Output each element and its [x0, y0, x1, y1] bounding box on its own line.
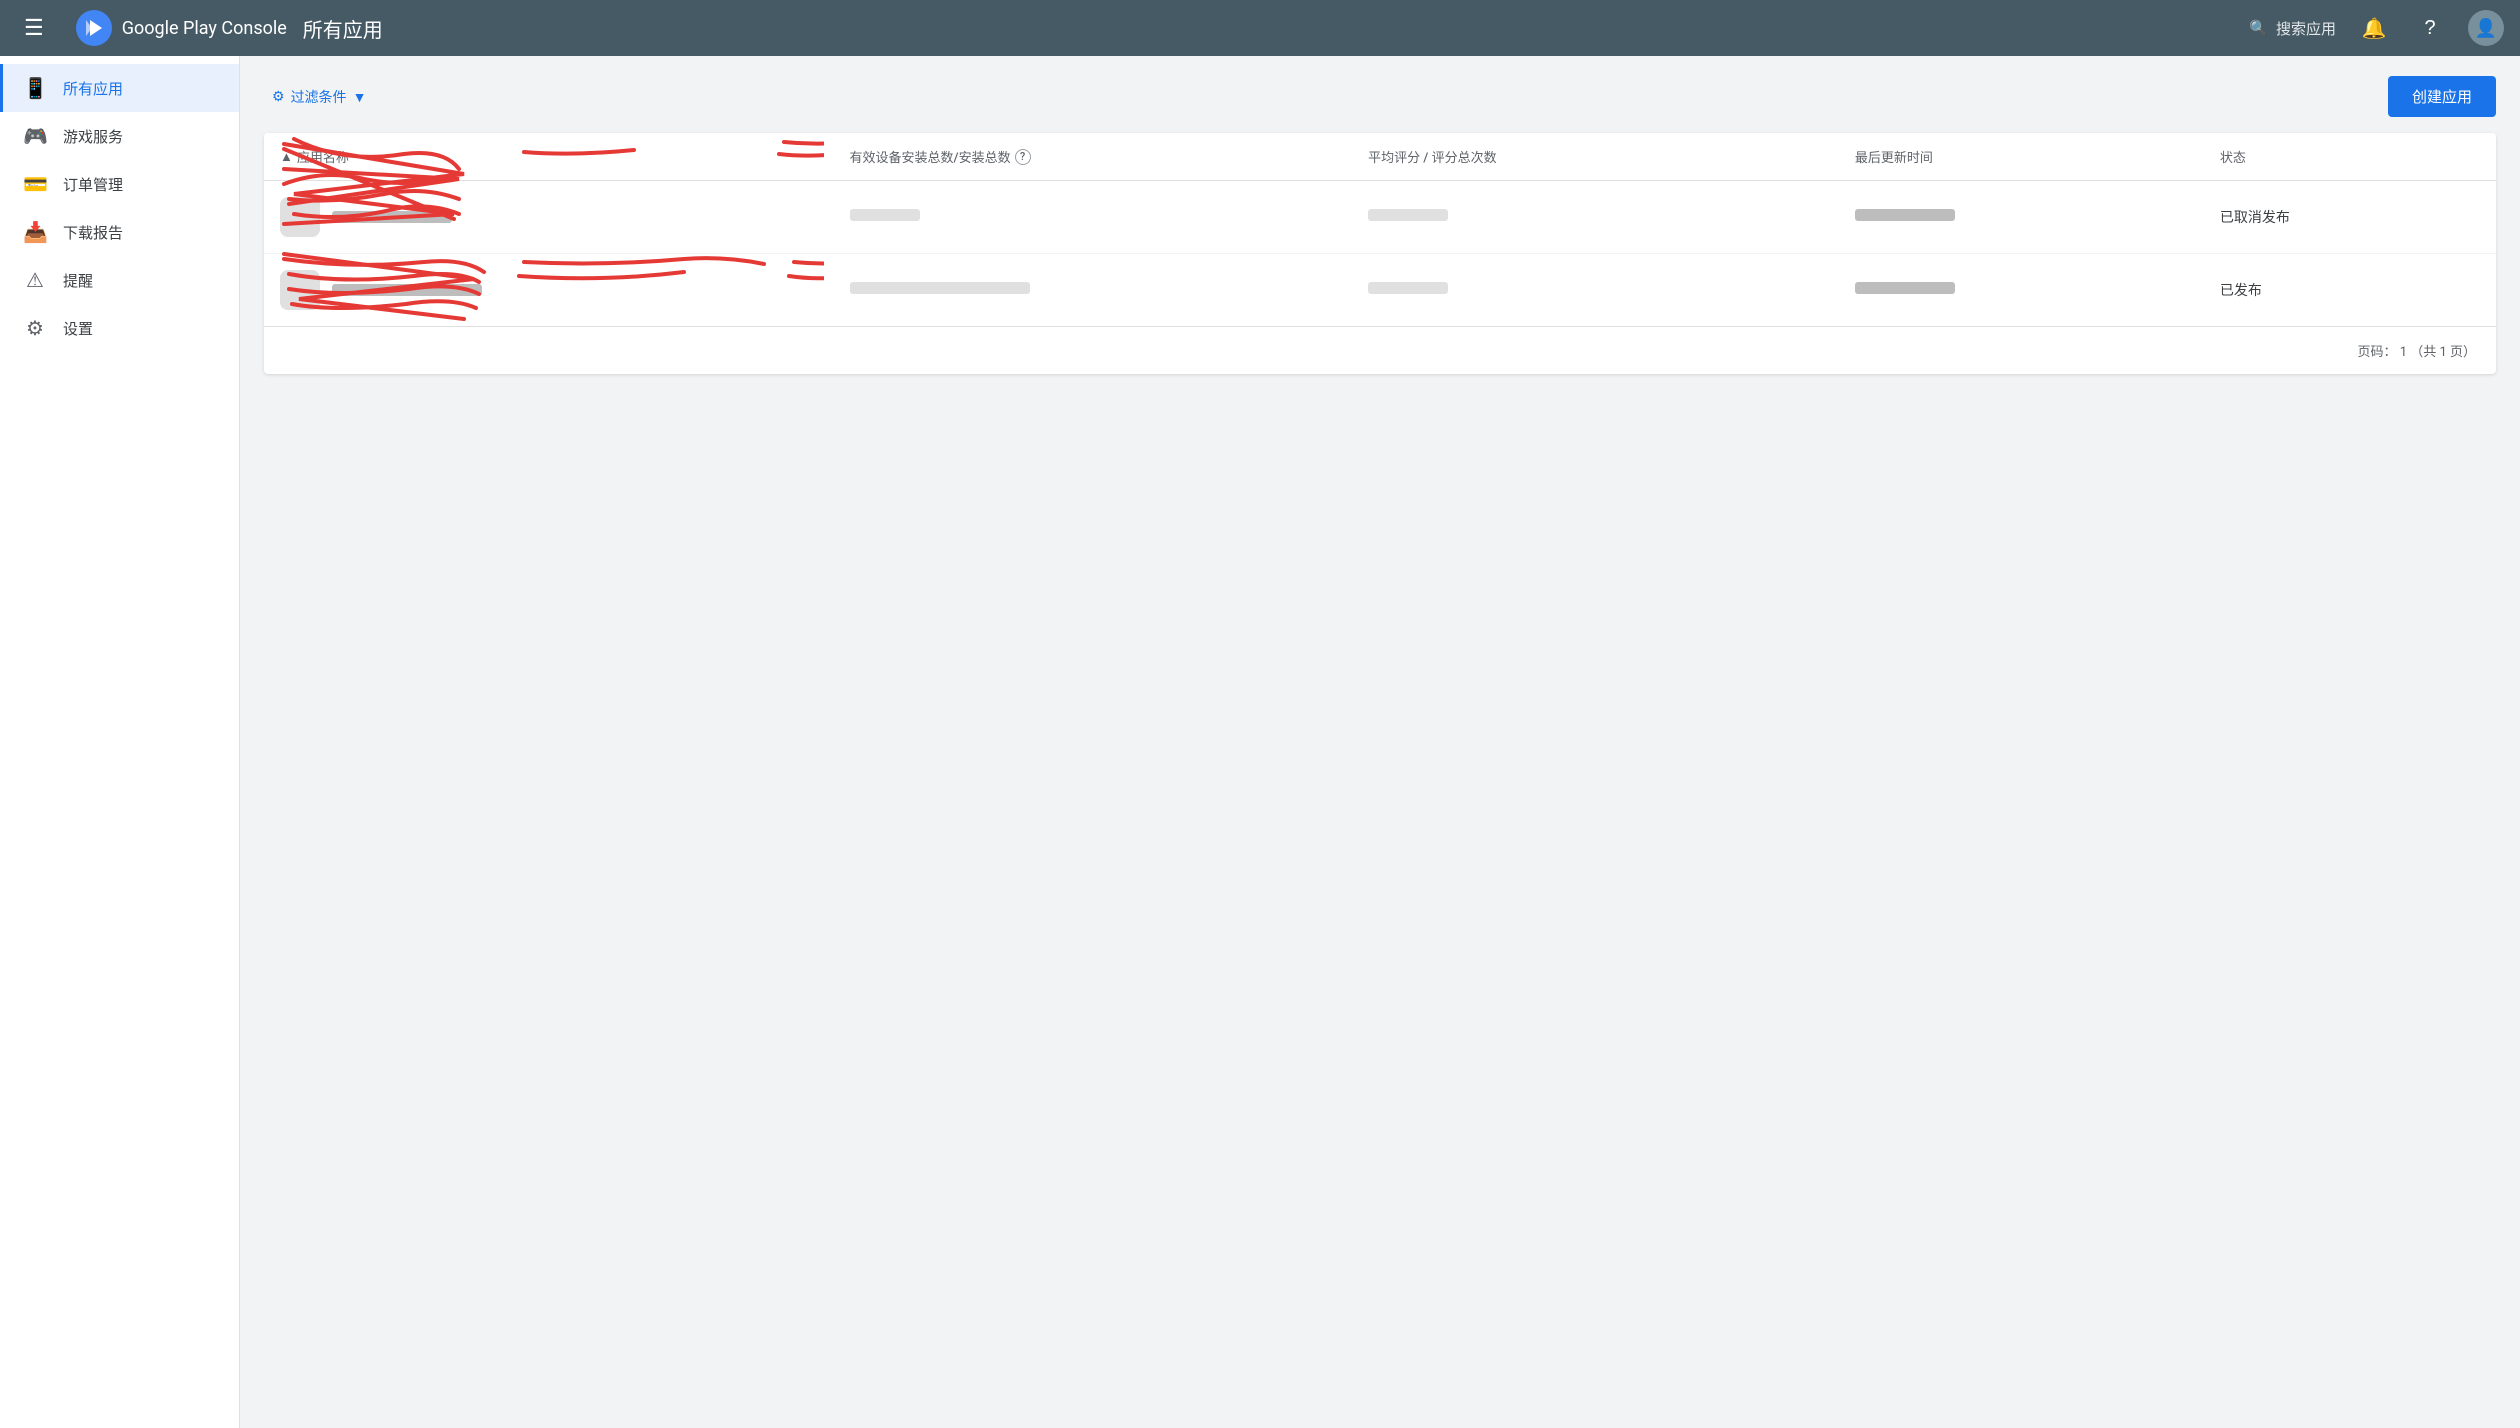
apps-table-container: ▲ 应用名称 有效设备安装总数/安装总数 ? 平均评分 / 评分总次数: [264, 133, 2496, 374]
app-name-cell-1: [264, 181, 834, 254]
toolbar: ⚙ 过滤条件 ▼ 创建应用: [264, 76, 2496, 117]
avatar[interactable]: 👤: [2468, 10, 2504, 46]
filter-icon: ⚙: [272, 88, 285, 105]
pagination-label: 页码：: [2357, 345, 2396, 360]
main-layout: 📱 所有应用 🎮 游戏服务 💳 订单管理 📥 下载报告 ⚠ 提醒 ⚙ 设置 ⚙: [0, 56, 2520, 1428]
settings-icon: ⚙: [23, 316, 47, 340]
sidebar-item-all-apps[interactable]: 📱 所有应用: [0, 64, 239, 112]
table-body: 已取消发布: [264, 181, 2496, 327]
app-name-cell-2: [264, 254, 834, 327]
search-icon: 🔍: [2249, 19, 2268, 37]
search-area[interactable]: 🔍 搜索应用: [2249, 18, 2336, 39]
header-actions: 🔍 搜索应用 🔔 ? 👤: [2249, 10, 2504, 46]
rating-redacted-2: [1368, 282, 1448, 294]
sidebar-label-order-management: 订单管理: [63, 174, 123, 195]
col-label-app-name: 应用名称: [297, 147, 349, 166]
sidebar-label-alerts: 提醒: [63, 270, 93, 291]
help-button[interactable]: ?: [2412, 10, 2448, 46]
logo: Google Play Console: [76, 10, 287, 46]
alerts-icon: ⚠: [23, 268, 47, 292]
filter-chevron-icon: ▼: [353, 89, 367, 105]
rating-cell-1: [1352, 181, 1839, 254]
main-content: ⚙ 过滤条件 ▼ 创建应用 ▲ 应用名称: [240, 56, 2520, 1428]
sidebar-label-settings: 设置: [63, 318, 93, 339]
avatar-icon: 👤: [2475, 18, 2497, 39]
status-cell-2: 已发布: [2204, 254, 2496, 327]
installs-cell-1: [834, 181, 1353, 254]
search-label: 搜索应用: [2276, 18, 2336, 39]
col-label-installs: 有效设备安装总数/安装总数: [850, 147, 1011, 166]
page-title: 所有应用: [303, 14, 2234, 43]
app-header: ☰ Google Play Console 所有应用 🔍 搜索应用 🔔 ? 👤: [0, 0, 2520, 56]
hamburger-icon: ☰: [24, 15, 44, 40]
pagination: 页码： 1 （共 1 页）: [264, 326, 2496, 374]
app-icon-2: [280, 270, 320, 310]
app-name-redacted-2: [332, 284, 482, 296]
game-services-icon: 🎮: [23, 124, 47, 148]
filter-label: 过滤条件: [291, 87, 347, 107]
col-label-status: 状态: [2220, 151, 2246, 166]
rating-redacted-1: [1368, 209, 1448, 221]
app-name-redacted-1: [332, 211, 452, 223]
col-label-updated: 最后更新时间: [1855, 151, 1933, 166]
filter-button[interactable]: ⚙ 过滤条件 ▼: [264, 81, 374, 113]
notification-icon: 🔔: [2362, 16, 2387, 41]
sidebar: 📱 所有应用 🎮 游戏服务 💳 订单管理 📥 下载报告 ⚠ 提醒 ⚙ 设置: [0, 56, 240, 1428]
all-apps-icon: 📱: [23, 76, 47, 100]
rating-cell-2: [1352, 254, 1839, 327]
sidebar-label-all-apps: 所有应用: [63, 78, 123, 99]
updated-cell-1: [1839, 181, 2204, 254]
sidebar-item-alerts[interactable]: ⚠ 提醒: [0, 256, 239, 304]
help-icon: ?: [2424, 17, 2435, 40]
sidebar-item-download-reports[interactable]: 📥 下载报告: [0, 208, 239, 256]
updated-redacted-1: [1855, 209, 1955, 221]
installs-help-icon[interactable]: ?: [1015, 149, 1031, 165]
sidebar-item-game-services[interactable]: 🎮 游戏服务: [0, 112, 239, 160]
apps-table: ▲ 应用名称 有效设备安装总数/安装总数 ? 平均评分 / 评分总次数: [264, 133, 2496, 326]
logo-text: Google Play Console: [122, 18, 287, 39]
sidebar-item-settings[interactable]: ⚙ 设置: [0, 304, 239, 352]
table-row: 已取消发布: [264, 181, 2496, 254]
sort-ascending-icon: ▲: [280, 149, 293, 165]
logo-icon: [76, 10, 112, 46]
status-badge-1: 已取消发布: [2220, 210, 2290, 226]
col-header-rating: 平均评分 / 评分总次数: [1352, 133, 1839, 181]
table-header-row: ▲ 应用名称 有效设备安装总数/安装总数 ? 平均评分 / 评分总次数: [264, 133, 2496, 181]
updated-cell-2: [1839, 254, 2204, 327]
create-app-button[interactable]: 创建应用: [2388, 76, 2496, 117]
pagination-total: （共 1 页）: [2410, 345, 2476, 360]
col-label-rating: 平均评分 / 评分总次数: [1368, 151, 1497, 166]
status-badge-2: 已发布: [2220, 283, 2262, 299]
menu-button[interactable]: ☰: [16, 11, 52, 45]
notification-button[interactable]: 🔔: [2356, 10, 2392, 46]
installs-cell-2: [834, 254, 1353, 327]
table-header: ▲ 应用名称 有效设备安装总数/安装总数 ? 平均评分 / 评分总次数: [264, 133, 2496, 181]
download-reports-icon: 📥: [23, 220, 47, 244]
col-header-status: 状态: [2204, 133, 2496, 181]
updated-redacted-2: [1855, 282, 1955, 294]
order-management-icon: 💳: [23, 172, 47, 196]
installs-redacted-1: [850, 209, 920, 221]
col-header-updated: 最后更新时间: [1839, 133, 2204, 181]
sidebar-item-order-management[interactable]: 💳 订单管理: [0, 160, 239, 208]
col-header-installs: 有效设备安装总数/安装总数 ?: [834, 133, 1353, 181]
installs-redacted-2: [850, 282, 1030, 294]
pagination-current: 1: [2400, 345, 2407, 360]
app-icon-1: [280, 197, 320, 237]
table-row: 已发布: [264, 254, 2496, 327]
status-cell-1: 已取消发布: [2204, 181, 2496, 254]
sidebar-label-download-reports: 下载报告: [63, 222, 123, 243]
sidebar-label-game-services: 游戏服务: [63, 126, 123, 147]
col-header-app-name[interactable]: ▲ 应用名称: [264, 133, 834, 181]
